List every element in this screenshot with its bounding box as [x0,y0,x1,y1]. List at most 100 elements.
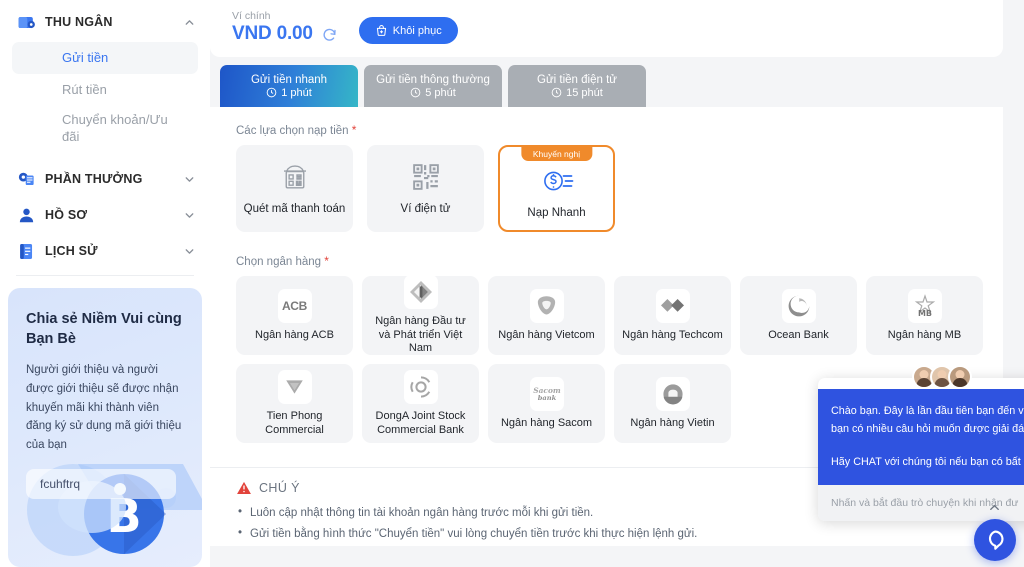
sidebar-group-cashier[interactable]: THU NGÂN [0,4,210,40]
option-fast-deposit[interactable]: Khuyến nghị Nạp Nhanh [498,145,615,232]
bidv-logo [403,274,438,309]
tab-duration-label: 5 phút [425,86,456,99]
restore-button[interactable]: Khôi phục [358,17,458,44]
chevron-down-icon[interactable] [183,209,196,222]
promo-title: Chia sẻ Niềm Vui cùng Bạn Bè [26,311,182,347]
bank-option-acb[interactable]: ACB Ngân hàng ACB [236,276,353,355]
tab-label: Gửi tiền thông thường [376,73,490,86]
vietinbank-logo [655,376,690,411]
tab-duration: 1 phút [266,87,312,99]
chevron-up-icon[interactable] [183,16,196,29]
wallet-icon [16,12,36,32]
chat-greeting-line1: Chào bạn. Đây là lần đầu tiên bạn đến vớ… [831,405,1024,417]
chat-greeting-line2: bạn có nhiều câu hỏi muốn được giải đáp. [831,423,1024,436]
sidebar-item-label: Chuyển khoản/Ưu đãi [62,112,168,144]
sidebar: THU NGÂN Gửi tiền Rút tiền Chuyển khoản/… [0,0,210,567]
bank-option-mbbank[interactable]: MB Ngân hàng MB [866,276,983,355]
sidebar-group-label: HỒ SƠ [45,208,88,223]
bank-option-techcombank[interactable]: Ngân hàng Techcom [614,276,731,355]
clock-icon [410,87,421,98]
sidebar-group-history[interactable]: LỊCH SỬ [0,233,210,269]
option-label: Ví điện tử [400,203,451,215]
sidebar-item-deposit[interactable]: Gửi tiền [12,42,198,74]
tab-fast-deposit[interactable]: Gửi tiền nhanh 1 phút [220,65,358,107]
bank-option-bidv[interactable]: Ngân hàng Đầu tư và Phát triển Việt Nam [362,274,479,355]
restore-bag-icon [375,24,388,37]
option-label: Quét mã thanh toán [243,203,346,215]
bank-name: Ocean Bank [768,328,829,341]
tab-duration-label: 15 phút [566,86,603,99]
tpbank-logo [277,369,312,404]
promo-description: Người giới thiệu và người được giới thiệ… [26,364,182,451]
bank-option-vietcombank[interactable]: Ngân hàng Vietcom [488,276,605,355]
user-icon [16,205,36,225]
sidebar-divider [16,275,194,277]
clock-icon [551,87,562,98]
sidebar-item-label: Gửi tiền [62,49,109,65]
svg-text:bank: bank [537,394,556,402]
refresh-icon[interactable] [322,27,337,42]
sidebar-item-transfer[interactable]: Chuyển khoản/Ưu đãi [12,106,198,151]
bank-name: DongA Joint Stock Commercial Bank [375,409,466,436]
oceanbank-logo [781,288,816,323]
notice-title: CHÚ Ý [259,481,300,495]
option-ewallet[interactable]: Ví điện tử [367,145,484,232]
chat-prompt: Hãy CHAT với chúng tôi nếu bạn có bất kì… [831,455,1024,468]
chevron-down-icon[interactable] [183,173,196,186]
avatar [948,365,972,389]
svg-text:MB: MB [917,309,931,318]
tab-label: Gửi tiền điện tử [537,73,617,86]
bank-name: Ngân hàng Sacom [500,416,593,429]
history-icon [16,241,36,261]
bank-option-tpbank[interactable]: Tien Phong Commercial [236,364,353,443]
mbbank-logo: MB [907,288,942,323]
restore-button-label: Khôi phục [392,24,442,37]
deposit-options-label: Các lựa chọn nạp tiền * [210,123,1003,137]
chevron-up-icon[interactable] [987,500,1002,515]
referral-code-field[interactable]: fcuhftrq [26,468,176,499]
bank-selection-label: Chọn ngân hàng * [210,254,1003,268]
tab-duration: 5 phút [410,87,456,99]
referral-promo-card[interactable]: B Chia sẻ Niềm Vui cùng Bạn Bè Người giớ… [8,288,202,567]
sidebar-group-profile[interactable]: HỒ SƠ [0,197,210,233]
fast-deposit-icon [540,166,574,196]
chat-fab-button[interactable] [974,519,1016,561]
sidebar-group-label: LỊCH SỬ [45,244,98,259]
deposit-page: THU NGÂN Gửi tiền Rút tiền Chuyển khoản/… [0,0,1024,567]
sidebar-item-label: Rút tiền [62,81,107,97]
scan-payment-icon [280,162,310,192]
bank-selection-label-text: Chọn ngân hàng [236,256,322,268]
option-scan-payment[interactable]: Quét mã thanh toán [236,145,353,232]
bank-name: Ngân hàng ACB [255,328,334,341]
bank-option-dongabank[interactable]: DongA Joint Stock Commercial Bank [362,364,479,443]
balance-info: Ví chính VND 0.00 [232,10,337,45]
wallet-label: Ví chính [232,10,271,22]
bank-option-sacombank[interactable]: Sacom bank Ngân hàng Sacom [488,364,605,443]
balance-card: Ví chính VND 0.00 Khôi phục [210,0,1003,57]
deposit-options-label-text: Các lựa chọn nạp tiền [236,125,349,137]
chevron-down-icon[interactable] [183,245,196,258]
sidebar-group-rewards[interactable]: PHẦN THƯỞNG [0,161,210,197]
bank-name: Ngân hàng MB [887,328,962,341]
sidebar-group-label: THU NGÂN [45,15,113,29]
sidebar-item-withdraw[interactable]: Rút tiền [12,74,198,106]
vietcombank-logo [529,288,564,323]
bank-name: Ngân hàng Vietcom [498,328,595,341]
bank-name: Ngân hàng Techcom [622,328,723,341]
dongabank-logo [403,369,438,404]
notice-item: Gửi tiền bằng hình thức "Chuyển tiền" vu… [236,523,1003,545]
clock-icon [266,87,277,98]
referral-code-value: fcuhftrq [40,476,81,491]
tab-normal-deposit[interactable]: Gửi tiền thông thường 5 phút [364,65,502,107]
techcombank-logo [655,288,690,323]
sacombank-logo: Sacom bank [529,376,564,411]
balance-row: VND 0.00 [232,23,337,45]
bank-option-oceanbank[interactable]: Ocean Bank [740,276,857,355]
sidebar-subitems-cashier: Gửi tiền Rút tiền Chuyển khoản/Ưu đãi [0,40,210,157]
tab-ewallet-deposit[interactable]: Gửi tiền điện tử 15 phút [508,65,646,107]
chat-bubble-icon [983,528,1007,552]
bank-option-vietinbank[interactable]: Ngân hàng Vietin [614,364,731,443]
deposit-options-row: Quét mã thanh toán Ví điện tử Khuyến ngh… [210,145,1003,232]
deposit-method-tabs: Gửi tiền nhanh 1 phút Gửi tiền thông thư… [210,57,1024,107]
chat-agent-avatars [818,365,1024,389]
